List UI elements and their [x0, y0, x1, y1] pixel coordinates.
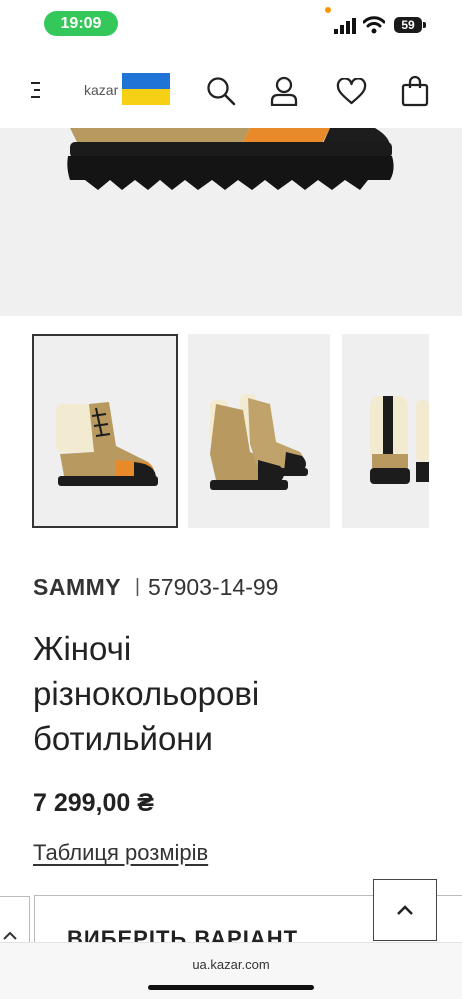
product-title-line: різнокольорові	[33, 675, 260, 712]
brand-sku-separator: |	[135, 576, 140, 597]
main-product-image[interactable]	[0, 128, 462, 316]
boot-sole-illustration	[67, 128, 394, 190]
wishlist-heart-icon[interactable]	[336, 78, 367, 105]
product-title: Жіночі різнокольорові ботильйони	[33, 626, 433, 761]
product-price: 7 299,00 ₴	[33, 789, 154, 817]
search-icon[interactable]	[206, 76, 236, 106]
shopping-bag-icon[interactable]	[401, 75, 429, 107]
battery-tip	[423, 22, 426, 28]
logo-text[interactable]: kazar	[84, 82, 118, 98]
home-indicator	[148, 985, 314, 990]
product-title-line: Жіночі	[33, 630, 132, 667]
cellular-signal-icon	[334, 18, 356, 34]
wifi-icon	[363, 16, 385, 34]
thumbnail-2[interactable]	[188, 334, 330, 528]
product-brand: SAMMY	[33, 574, 122, 600]
browser-url[interactable]: ua.kazar.com	[0, 957, 462, 972]
status-time: 19:09	[44, 11, 118, 36]
size-chart-link[interactable]: Таблиця розмірів	[33, 840, 208, 866]
boot-side-view-icon	[56, 402, 158, 486]
account-icon[interactable]	[270, 76, 298, 106]
boot-pair-view-icon	[210, 394, 308, 490]
product-sku: 57903-14-99	[148, 574, 279, 600]
ukraine-flag-logo	[122, 73, 170, 105]
product-title-line: ботильйони	[33, 720, 213, 757]
scroll-to-top-button[interactable]	[373, 879, 437, 941]
thumbnail-1[interactable]	[32, 334, 178, 528]
chevron-up-icon	[397, 905, 413, 915]
boot-back-view-icon	[370, 396, 429, 484]
privacy-indicator-dot	[325, 7, 331, 13]
thumbnail-3[interactable]	[342, 334, 429, 528]
battery-indicator: 59	[394, 17, 422, 33]
menu-icon[interactable]	[31, 82, 41, 98]
